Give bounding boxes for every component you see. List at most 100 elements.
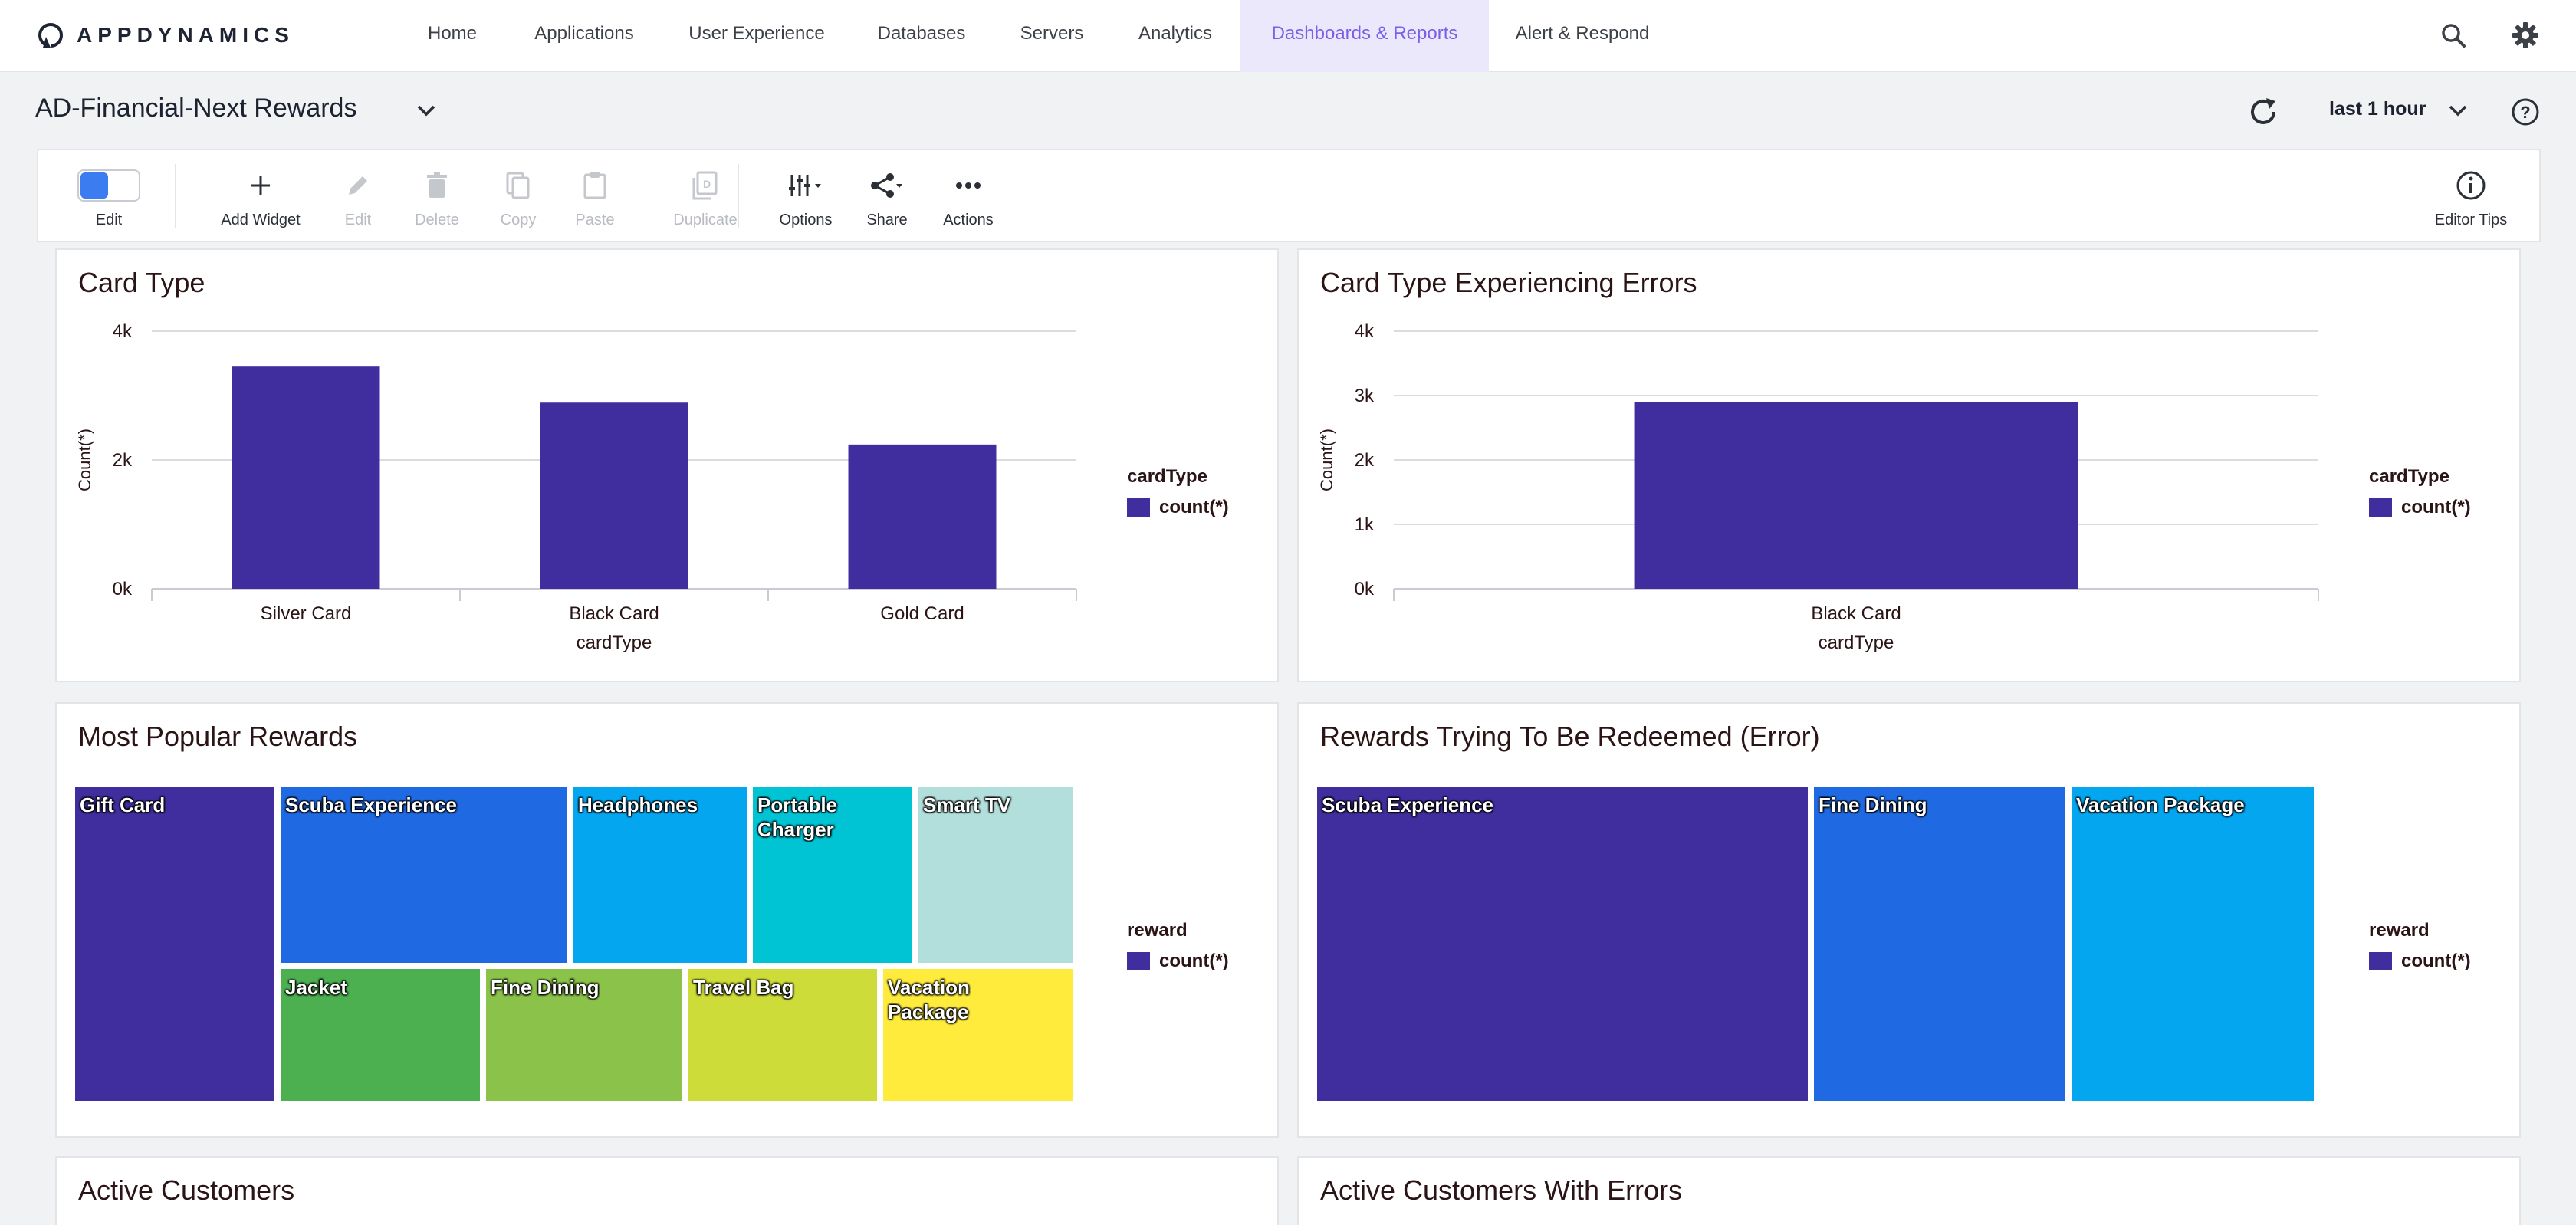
nav-dashboards-reports[interactable]: Dashboards & Reports xyxy=(1240,0,1489,72)
nav-user-experience[interactable]: User Experience xyxy=(679,0,834,72)
edit-mode-toggle[interactable]: Edit xyxy=(69,150,149,241)
widget-card-type-errors[interactable]: Card Type Experiencing Errors 0k 1k 2k 3k 4k… xyxy=(1297,248,2521,682)
refresh-icon[interactable] xyxy=(2243,92,2283,132)
top-navigation: APPDYNAMICS Home Applications User Exper… xyxy=(0,0,2576,72)
widget-most-popular-rewards[interactable]: Most Popular Rewards Gift Card Scuba Exp… xyxy=(55,702,1279,1138)
tile-label: Scuba Experience xyxy=(1322,793,1493,816)
y-axis-label: Count(*) xyxy=(75,429,94,491)
delete-button[interactable]: Delete xyxy=(399,150,475,241)
y-tick-label: 1k xyxy=(1355,514,1375,535)
edit-toggle-label: Edit xyxy=(95,212,123,228)
appdynamics-logo[interactable]: APPDYNAMICS xyxy=(35,20,294,51)
delete-label: Delete xyxy=(415,212,459,228)
y-tick-label: 0k xyxy=(1355,579,1375,599)
options-button[interactable]: Options xyxy=(771,150,840,241)
share-icon xyxy=(869,166,905,205)
widget-rewards-redeemed-error[interactable]: Rewards Trying To Be Redeemed (Error) Sc… xyxy=(1297,702,2521,1138)
widget-title: Most Popular Rewards xyxy=(78,721,358,752)
nav-servers[interactable]: Servers xyxy=(1009,0,1095,72)
help-icon[interactable]: ? xyxy=(2507,94,2544,130)
chevron-down-icon[interactable] xyxy=(411,98,442,123)
nav-home[interactable]: Home xyxy=(412,0,492,72)
x-tick-label: Black Card xyxy=(569,603,659,624)
paste-button[interactable]: Paste xyxy=(560,150,630,241)
treemap-tile[interactable]: Headphones xyxy=(573,787,747,963)
chevron-down-icon[interactable] xyxy=(2443,98,2473,123)
toolbar-divider xyxy=(738,164,739,228)
bar xyxy=(540,402,688,589)
legend-title: reward xyxy=(2369,920,2430,941)
chart-legend: reward count(*) xyxy=(2369,920,2471,972)
time-range-selector[interactable]: last 1 hour xyxy=(2329,98,2426,120)
treemap: Gift Card Scuba Experience Headphones Po… xyxy=(75,787,1076,1102)
legend-title: reward xyxy=(1127,920,1188,941)
toolbar-divider xyxy=(175,164,176,228)
copy-button[interactable]: Copy xyxy=(483,150,554,241)
share-button[interactable]: Share xyxy=(856,150,918,241)
sliders-icon xyxy=(787,166,824,205)
tile-label: Travel Bag xyxy=(693,976,794,999)
y-axis-label: Count(*) xyxy=(1317,429,1336,491)
tile-label: Scuba Experience xyxy=(285,793,457,816)
x-tick-label: Silver Card xyxy=(261,603,352,624)
tile-label: Jacket xyxy=(285,976,347,999)
treemap-tile[interactable]: Scuba Experience xyxy=(281,787,567,963)
add-widget-button[interactable]: Add Widget xyxy=(207,150,314,241)
nav-applications[interactable]: Applications xyxy=(524,0,644,72)
widget-title: Active Customers xyxy=(78,1174,295,1206)
treemap-tile[interactable]: Fine Dining xyxy=(1814,787,2065,1101)
legend-label: count(*) xyxy=(2401,951,2471,971)
bar xyxy=(232,366,380,589)
bar xyxy=(1634,402,2078,589)
y-tick-label: 2k xyxy=(1355,450,1375,471)
legend-swatch xyxy=(2369,498,2392,517)
tile-label: Fine Dining xyxy=(1819,793,1927,816)
legend-swatch xyxy=(1127,952,1150,970)
tile-label: Portable Charger xyxy=(757,793,838,841)
treemap-tile[interactable]: Portable Charger xyxy=(753,787,912,963)
nav-databases[interactable]: Databases xyxy=(869,0,974,72)
bar xyxy=(848,444,997,589)
treemap: Scuba Experience Fine Dining Vacation Pa… xyxy=(1317,787,2318,1102)
editor-tips-button[interactable]: Editor Tips xyxy=(2421,150,2521,241)
nav-analytics[interactable]: Analytics xyxy=(1129,0,1222,72)
treemap-tile[interactable]: Gift Card xyxy=(75,787,274,1101)
gear-icon[interactable] xyxy=(2507,17,2544,54)
treemap-tile[interactable]: Smart TV xyxy=(918,787,1073,963)
chart-legend: reward count(*) xyxy=(1127,920,1229,972)
logo-icon xyxy=(38,23,63,51)
y-tick-label: 4k xyxy=(113,321,133,342)
copy-label: Copy xyxy=(500,212,537,228)
y-tick-label: 2k xyxy=(113,450,133,471)
trash-icon xyxy=(423,166,451,205)
tile-label: Smart TV xyxy=(923,793,1011,816)
widget-title: Active Customers With Errors xyxy=(1320,1174,1683,1206)
toggle-switch[interactable] xyxy=(77,169,140,202)
y-tick-label: 4k xyxy=(1355,321,1375,342)
actions-button[interactable]: Actions xyxy=(934,150,1003,241)
legend-label: count(*) xyxy=(1159,497,1229,517)
treemap-tile[interactable]: Vacation Package xyxy=(883,969,1073,1101)
duplicate-button[interactable]: D Duplicate xyxy=(629,150,782,241)
svg-text:?: ? xyxy=(2520,103,2530,122)
search-icon[interactable] xyxy=(2435,17,2472,54)
treemap-tile[interactable]: Scuba Experience xyxy=(1317,787,1808,1101)
y-tick-label: 0k xyxy=(113,579,133,599)
copy-icon xyxy=(504,166,532,205)
treemap-tile[interactable]: Fine Dining xyxy=(486,969,682,1101)
widget-card-type[interactable]: Card Type 0k 2k 4k Silver Card Black Card Gol… xyxy=(55,248,1279,682)
treemap-tile[interactable]: Jacket xyxy=(281,969,480,1101)
tile-label: Gift Card xyxy=(80,793,166,816)
widget-active-customers-errors[interactable]: Active Customers With Errors xyxy=(1297,1156,2521,1225)
treemap-tile[interactable]: Vacation Package xyxy=(2072,787,2314,1101)
edit-widget-button[interactable]: Edit xyxy=(327,150,389,241)
y-tick-label: 3k xyxy=(1355,386,1375,406)
treemap-tile[interactable]: Travel Bag xyxy=(688,969,877,1101)
svg-text:D: D xyxy=(703,178,711,190)
chart-legend: cardType count(*) xyxy=(1127,466,1229,518)
widget-active-customers[interactable]: Active Customers xyxy=(55,1156,1279,1225)
legend-label: count(*) xyxy=(2401,497,2471,517)
clipboard-icon xyxy=(581,166,609,205)
nav-alert-respond[interactable]: Alert & Respond xyxy=(1506,0,1659,72)
logo-text: APPDYNAMICS xyxy=(77,23,294,47)
